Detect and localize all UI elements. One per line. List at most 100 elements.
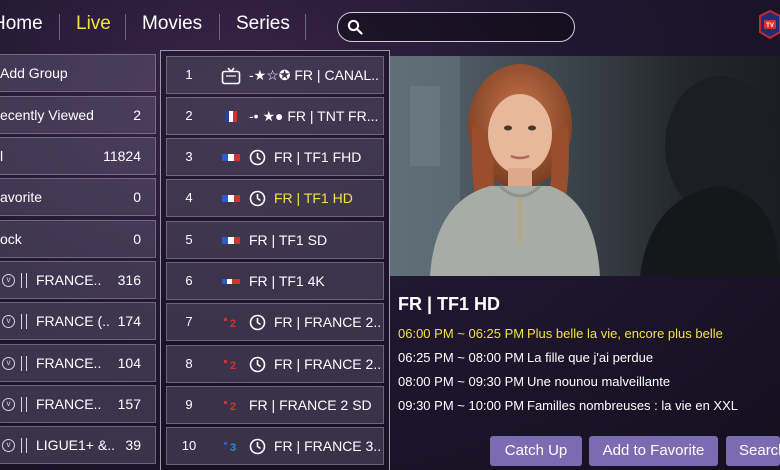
- group-label: Add Group: [0, 65, 68, 81]
- channel-row[interactable]: 1 -★☆✪ FR | CANAL...: [166, 56, 384, 94]
- channel-number: 2: [185, 108, 193, 123]
- program-time: 06:00 PM ~ 06:25 PM: [398, 326, 525, 341]
- catch-up-button[interactable]: Catch Up: [490, 436, 582, 466]
- category-bars-icon: [21, 314, 27, 329]
- svg-text:3: 3: [230, 442, 236, 453]
- group-item-category[interactable]: v FRANCE.. 316: [0, 261, 156, 299]
- category-bars-icon: [21, 397, 27, 412]
- category-bars-icon: [21, 438, 27, 453]
- nav-live[interactable]: Live: [76, 13, 111, 35]
- group-item-all[interactable]: l 11824: [0, 137, 156, 175]
- add-to-favorite-button[interactable]: Add to Favorite: [589, 436, 718, 466]
- channel-row[interactable]: 7 2 FR | FRANCE 2...: [166, 303, 384, 341]
- svg-text:2: 2: [230, 318, 236, 329]
- channel-number: 7: [185, 314, 193, 329]
- group-count: 0: [133, 231, 141, 247]
- epg-program[interactable]: 06:25 PM ~ 08:00 PM La fille que j'ai per…: [398, 350, 653, 365]
- group-item-category[interactable]: v FRANCE.. 157: [0, 385, 156, 423]
- group-count: 157: [117, 396, 141, 412]
- clock-icon: [249, 149, 266, 166]
- clock-icon: [249, 190, 266, 207]
- search-bar[interactable]: [337, 12, 575, 42]
- channel-row[interactable]: 6 FR | TF1 4K: [166, 262, 384, 300]
- video-player[interactable]: [390, 56, 780, 276]
- channel-row-selected[interactable]: 4 FR | TF1 HD: [166, 179, 384, 217]
- epg-program-current[interactable]: 06:00 PM ~ 06:25 PM Plus belle la vie, en…: [398, 326, 723, 341]
- group-label: LIGUE1+ &..: [36, 437, 115, 453]
- group-count: 104: [117, 355, 141, 371]
- program-title: Plus belle la vie, encore plus belle: [527, 326, 723, 341]
- france3-logo-icon: 3: [224, 442, 236, 453]
- france2-logo-icon: 2: [224, 401, 236, 412]
- category-bars-icon: [21, 273, 27, 288]
- program-title: La fille que j'ai perdue: [527, 350, 654, 365]
- clock-icon: [249, 314, 266, 331]
- group-label: ock: [0, 231, 22, 247]
- channel-row[interactable]: 2 -• ★● FR | TNT FR...: [166, 97, 384, 135]
- channel-number: 8: [185, 356, 193, 371]
- channel-row[interactable]: 8 2 FR | FRANCE 2...: [166, 345, 384, 383]
- epg-program[interactable]: 09:30 PM ~ 10:00 PM Familles nombreuses :…: [398, 398, 738, 413]
- nav-divider: [219, 14, 220, 40]
- group-label: l: [0, 148, 4, 164]
- channel-number: 3: [185, 149, 193, 164]
- channel-name: FR | FRANCE 3...: [274, 438, 380, 454]
- nav-series[interactable]: Series: [236, 13, 290, 35]
- expand-circle-icon: v: [2, 315, 15, 328]
- app-logo: TV: [759, 10, 780, 40]
- expand-circle-icon: v: [2, 357, 15, 370]
- channel-row[interactable]: 5 FR | TF1 SD: [166, 221, 384, 259]
- group-label: FRANCE..: [36, 272, 102, 288]
- program-time: 06:25 PM ~ 08:00 PM: [398, 350, 525, 365]
- channel-name: -★☆✪ FR | CANAL...: [249, 67, 379, 83]
- tf1-logo-icon: [222, 195, 240, 202]
- epg-program[interactable]: 08:00 PM ~ 09:30 PM Une nounou malveillan…: [398, 374, 670, 389]
- svg-text:2: 2: [230, 401, 236, 412]
- video-frame-image: [390, 56, 780, 276]
- tf1-logo-icon: [222, 237, 240, 244]
- channel-name: FR | TF1 HD: [274, 190, 353, 206]
- group-item-recently-viewed[interactable]: ecently Viewed 2: [0, 96, 156, 134]
- france-flag-icon: [225, 111, 237, 122]
- group-count: 0: [133, 189, 141, 205]
- group-count: 316: [117, 272, 141, 288]
- group-label: FRANCE..: [36, 355, 102, 371]
- channel-number: 5: [185, 232, 193, 247]
- nav-divider: [305, 14, 306, 40]
- channel-number: 6: [185, 273, 193, 288]
- expand-circle-icon: v: [2, 398, 15, 411]
- search-button[interactable]: Search: [726, 436, 780, 466]
- nav-movies[interactable]: Movies: [142, 13, 202, 35]
- search-icon: [347, 19, 363, 35]
- channel-row[interactable]: 10 3 FR | FRANCE 3...: [166, 427, 384, 465]
- group-item-category[interactable]: v FRANCE.. 104: [0, 344, 156, 382]
- group-item-lock[interactable]: ock 0: [0, 220, 156, 258]
- group-item-category[interactable]: v LIGUE1+ &.. 39: [0, 426, 156, 464]
- channel-list: 1 -★☆✪ FR | CANAL... 2 -• ★● FR | TNT FR…: [160, 50, 390, 470]
- tf1-4k-logo-icon: [222, 279, 240, 284]
- program-title: Une nounou malveillante: [527, 374, 671, 389]
- channel-name: FR | TF1 4K: [249, 273, 325, 289]
- channel-name: FR | FRANCE 2 SD: [249, 397, 372, 413]
- channel-number: 10: [181, 438, 197, 453]
- program-time: 08:00 PM ~ 09:30 PM: [398, 374, 525, 389]
- tv-icon: [221, 67, 241, 85]
- group-list: Add Group ecently Viewed 2 l 11824 avori…: [0, 50, 158, 470]
- channel-row[interactable]: 9 2 FR | FRANCE 2 SD: [166, 386, 384, 424]
- search-input[interactable]: [368, 16, 568, 38]
- channel-name: FR | TF1 FHD: [274, 149, 362, 165]
- group-count: 39: [125, 437, 141, 453]
- group-label: avorite: [0, 189, 43, 205]
- channel-row[interactable]: 3 FR | TF1 FHD: [166, 138, 384, 176]
- svg-text:2: 2: [230, 360, 236, 371]
- group-count: 11824: [103, 148, 141, 164]
- group-label: FRANCE (..: [36, 313, 110, 329]
- channel-name: FR | TF1 SD: [249, 232, 328, 248]
- program-time: 09:30 PM ~ 10:00 PM: [398, 398, 525, 413]
- group-item-add[interactable]: Add Group: [0, 54, 156, 92]
- nav-home[interactable]: Home: [0, 13, 43, 35]
- group-item-category[interactable]: v FRANCE (.. 174: [0, 302, 156, 340]
- epg-channel-title: FR | TF1 HD: [398, 294, 501, 314]
- group-item-favorite[interactable]: avorite 0: [0, 178, 156, 216]
- france2-logo-icon: 2: [224, 318, 236, 329]
